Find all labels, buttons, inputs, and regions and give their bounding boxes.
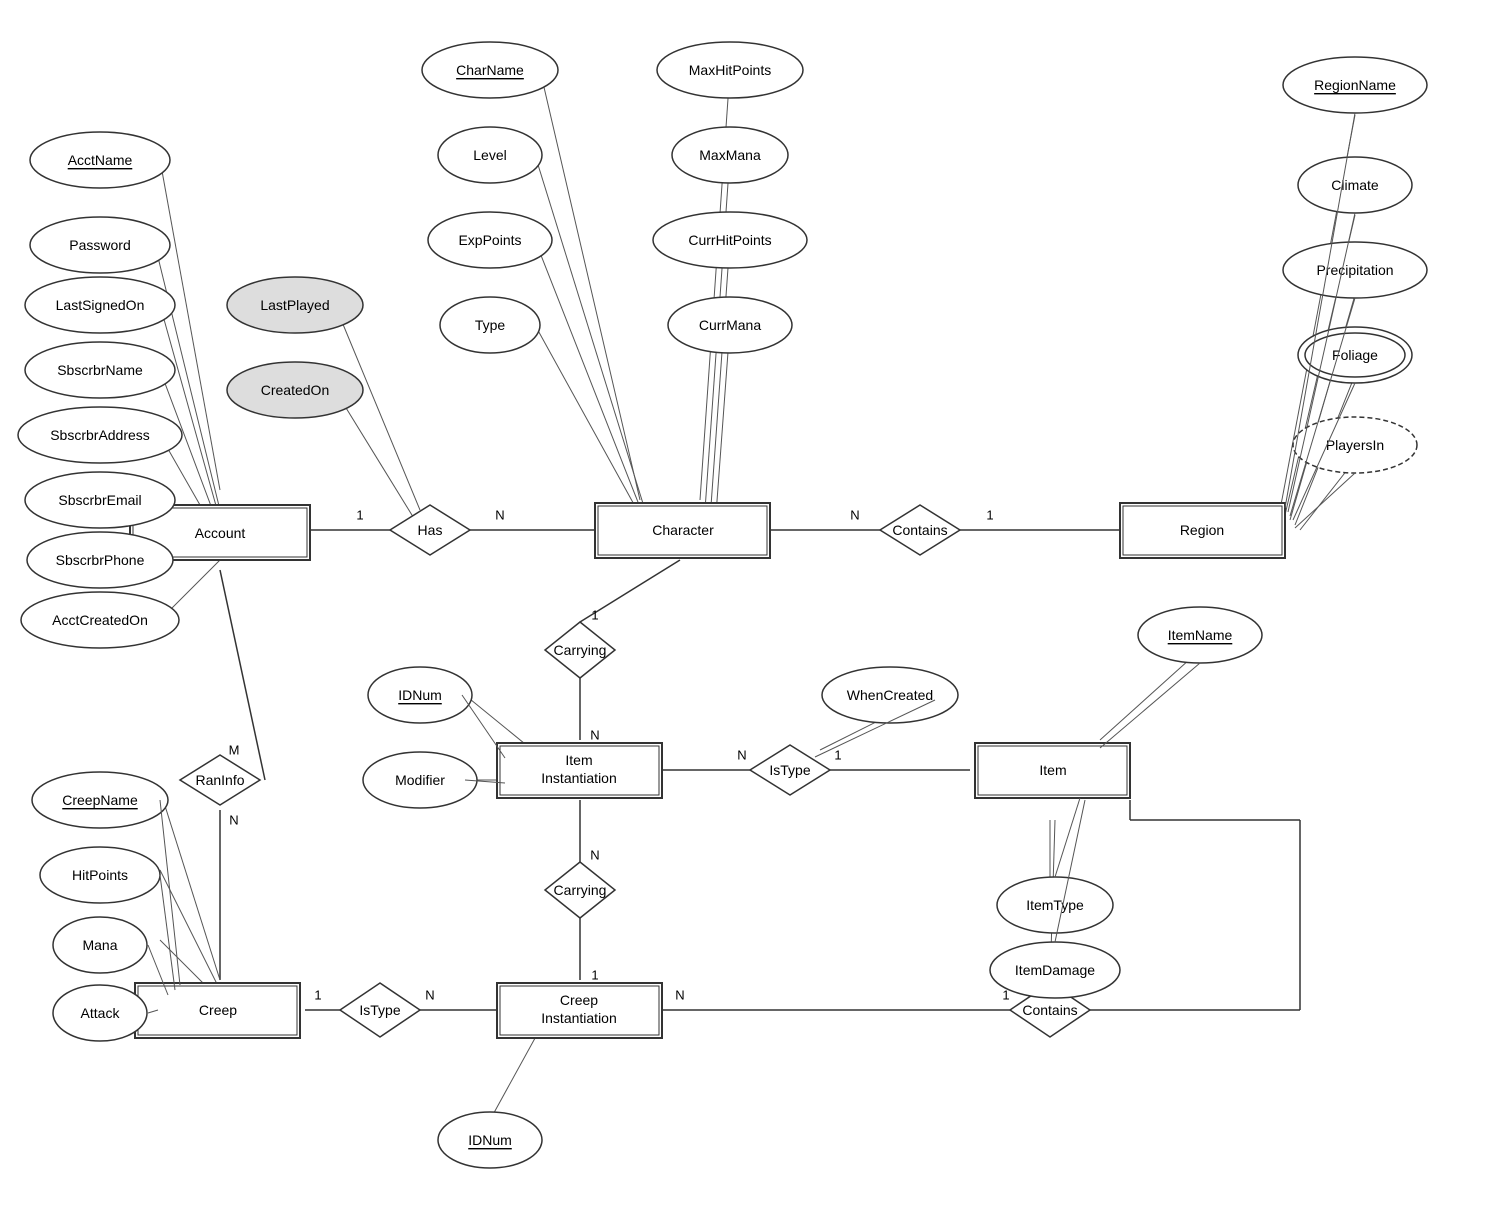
attr-sbscrbraddress-label: SbscrbrAddress [50,427,150,443]
attr-sbscrbrphone-label: SbscrbrPhone [56,552,145,568]
attr-acctname-label: AcctName [68,152,133,168]
attr-hitpoints-label: HitPoints [72,867,128,883]
attr-sbscrbremail-label: SbscrbrEmail [58,492,141,508]
attr-mana-label: Mana [82,937,117,953]
attr-climate-label: Climate [1331,177,1379,193]
entity-region-label: Region [1180,522,1224,538]
diamond-carrying-char-label: Carrying [554,642,607,658]
attr-type-label: Type [475,317,506,333]
cardinality-carrying2-top: N [590,848,599,863]
attr-level-label: Level [473,147,506,163]
entity-creep-instantiation-label2: Instantiation [541,1010,617,1026]
attr-currhitpoints-label: CurrHitPoints [688,232,771,248]
er-diagram: 1 N N 1 1 N N 1 N 1 1 N N 1 M N Account … [0,0,1500,1228]
entity-item-instantiation-label1: Item [565,752,592,768]
attr-idnum-creep-label: IDNum [468,1132,512,1148]
cardinality-contains-creepinst: N [675,988,684,1003]
entity-character-label: Character [652,522,714,538]
attr-regionname-label: RegionName [1314,77,1396,93]
cardinality-istype-inst: N [737,748,746,763]
diamond-contains-creep-label: Contains [1022,1002,1077,1018]
entity-creep-instantiation-label1: Creep [560,992,598,1008]
attr-sbscrbrname-label: SbscrbrName [57,362,143,378]
attr-password-label: Password [69,237,130,253]
attr-charname-label: CharName [456,62,524,78]
cardinality-carrying-char: 1 [591,608,598,623]
attr-currmana-label: CurrMana [699,317,761,333]
entity-item-label: Item [1039,762,1066,778]
entity-item-instantiation-label2: Instantiation [541,770,617,786]
attr-itemtype-label: ItemType [1026,897,1084,913]
entity-creep-label: Creep [199,1002,237,1018]
cardinality-carrying-item: N [590,728,599,743]
attr-createdon-label: CreatedOn [261,382,329,398]
attr-maxmana-label: MaxMana [699,147,761,163]
attr-lastplayed-label: LastPlayed [260,297,329,313]
cardinality-creepinst-istype: N [425,988,434,1003]
cardinality-has-char: N [495,508,504,523]
diamond-istype-creep-label: IsType [359,1002,400,1018]
attr-idnum-item-label: IDNum [398,687,442,703]
attr-acctcreatedon-label: AcctCreatedOn [52,612,148,628]
diamond-has-label: Has [418,522,443,538]
attr-itemdamage-label: ItemDamage [1015,962,1095,978]
attr-playersin-label: PlayersIn [1326,437,1384,453]
cardinality-contains-char: N [850,508,859,523]
diamond-raninfo-label: RanInfo [195,772,244,788]
attr-modifier-label: Modifier [395,772,445,788]
attr-itemname-label: ItemName [1168,627,1233,643]
attr-whencreated-label: WhenCreated [847,687,933,703]
attr-lastsignedon-label: LastSignedOn [56,297,145,313]
cardinality-creep-istype: 1 [314,988,321,1003]
attr-attack-label: Attack [81,1005,121,1021]
cardinality-carrying2-bottom: 1 [591,968,598,983]
cardinality-has-account: 1 [356,508,363,523]
diamond-istype-item-label: IsType [769,762,810,778]
cardinality-contains-region: 1 [986,508,993,523]
cardinality-istype-item: 1 [834,748,841,763]
attr-foliage-label: Foliage [1332,347,1378,363]
diamond-carrying-creep-label: Carrying [554,882,607,898]
attr-maxhitpoints-label: MaxHitPoints [689,62,771,78]
cardinality-raninfo-n: N [229,813,238,828]
attr-creepname-label: CreepName [62,792,138,808]
cardinality-raninfo-m: M [229,743,240,758]
diamond-contains-region-label: Contains [892,522,947,538]
attr-exppoints-label: ExpPoints [458,232,521,248]
entity-account-label: Account [195,525,246,541]
